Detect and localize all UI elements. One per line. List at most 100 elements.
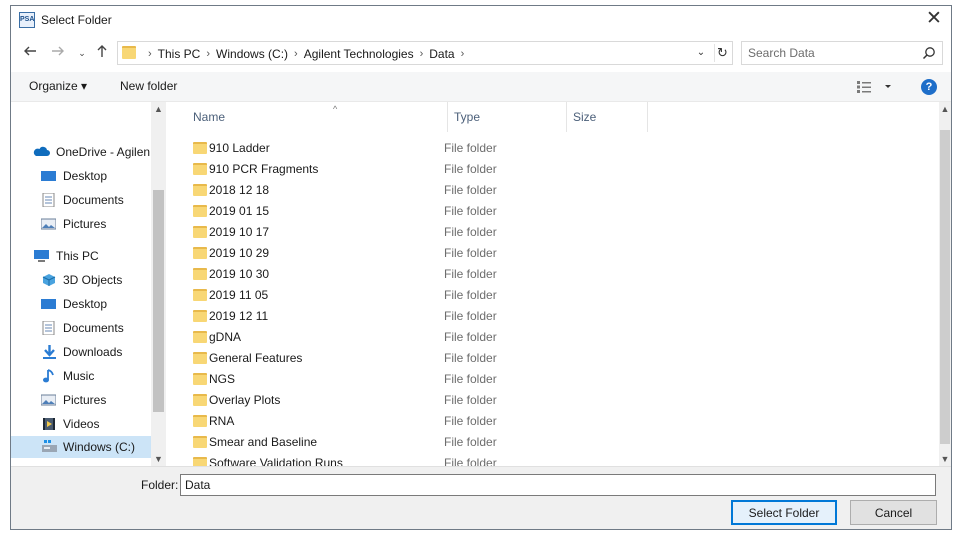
file-row[interactable]: Smear and Baseline File folder <box>167 432 927 453</box>
recent-locations-button[interactable]: ⌄ <box>73 43 91 63</box>
forward-arrow-icon <box>52 46 64 56</box>
nav-item-onedrive[interactable]: OneDrive - Agilen <box>11 141 151 163</box>
file-row[interactable]: Software Validation Runs File folder <box>167 453 927 466</box>
refresh-icon: ↻ <box>717 45 728 60</box>
column-divider[interactable] <box>647 102 648 132</box>
file-list: Name ^ Type Size 910 Ladder File folder 91… <box>167 102 951 466</box>
file-type: File folder <box>444 372 497 386</box>
up-button[interactable] <box>93 43 111 63</box>
file-row[interactable]: Overlay Plots File folder <box>167 390 927 411</box>
nav-item-documents[interactable]: Documents <box>11 189 151 211</box>
help-button[interactable]: ? <box>921 79 937 95</box>
nav-item-label: Pictures <box>63 393 107 407</box>
address-dropdown-button[interactable]: ⌄ <box>694 45 708 61</box>
breadcrumb-windows-c[interactable]: Windows (C:) <box>216 47 288 61</box>
change-view-button[interactable] <box>857 80 895 94</box>
breadcrumb-separator[interactable]: › <box>420 48 424 60</box>
file-list-scrollbar[interactable]: ▲ ▼ <box>939 102 951 466</box>
file-row[interactable]: gDNA File folder <box>167 327 927 348</box>
scroll-down-icon[interactable]: ▼ <box>939 452 951 466</box>
file-name: 910 PCR Fragments <box>209 162 319 176</box>
nav-item-this-pc[interactable]: This PC <box>11 245 151 267</box>
file-row[interactable]: 2019 01 15 File folder <box>167 201 927 222</box>
breadcrumb-separator[interactable]: › <box>148 48 152 60</box>
back-button[interactable] <box>21 43 39 63</box>
file-name: gDNA <box>209 330 242 344</box>
file-type: File folder <box>444 309 497 323</box>
chevron-down-icon: ⌄ <box>78 48 86 58</box>
navigation-scrollbar[interactable]: ▲ ▼ <box>151 102 166 466</box>
nav-item-videos[interactable]: Videos <box>11 413 151 435</box>
file-row[interactable]: 2019 11 05 File folder <box>167 285 927 306</box>
breadcrumb-data[interactable]: Data <box>429 47 454 61</box>
folder-name-input[interactable] <box>180 474 936 496</box>
folder-icon <box>193 289 207 301</box>
column-header-type[interactable]: Type <box>448 102 566 132</box>
scrollbar-thumb[interactable] <box>153 190 164 412</box>
file-row[interactable]: 2018 12 18 File folder <box>167 180 927 201</box>
file-row[interactable]: 2019 10 29 File folder <box>167 243 927 264</box>
cancel-button[interactable]: Cancel <box>850 500 937 525</box>
scroll-up-icon[interactable]: ▲ <box>939 102 951 116</box>
nav-item-label: Windows (C:) <box>63 440 136 454</box>
search-box[interactable] <box>741 41 943 65</box>
folder-icon <box>193 331 207 343</box>
command-bar: Organize ▾ New folder ? <box>11 72 951 102</box>
breadcrumb-this-pc[interactable]: This PC <box>158 47 201 61</box>
organize-button[interactable]: Organize ▾ <box>29 79 87 93</box>
file-row[interactable]: NGS File folder <box>167 369 927 390</box>
scroll-down-icon[interactable]: ▼ <box>151 452 166 466</box>
address-bar[interactable]: › This PC › Windows (C:) › Agilent Techn… <box>117 41 733 65</box>
nav-item-windows-c[interactable]: Windows (C:) <box>11 436 151 458</box>
nav-item-label: Documents <box>63 321 124 335</box>
nav-item-3d-objects[interactable]: 3D Objects <box>11 269 151 291</box>
column-header-name[interactable]: Name ^ <box>187 102 447 132</box>
column-header-size[interactable]: Size <box>567 102 647 132</box>
file-row[interactable]: 2019 12 11 File folder <box>167 306 927 327</box>
folder-icon <box>193 184 207 196</box>
column-header-label: Name <box>193 110 226 124</box>
nav-item-pictures-pc[interactable]: Pictures <box>11 389 151 411</box>
nav-item-pictures[interactable]: Pictures <box>11 213 151 235</box>
nav-item-desktop[interactable]: Desktop <box>11 165 151 187</box>
file-name: Software Validation Runs <box>209 456 343 466</box>
file-type: File folder <box>444 393 497 407</box>
file-row[interactable]: General Features File folder <box>167 348 927 369</box>
file-row[interactable]: RNA File folder <box>167 411 927 432</box>
forward-button[interactable] <box>49 43 67 63</box>
file-row[interactable]: 2019 10 17 File folder <box>167 222 927 243</box>
folder-icon <box>193 205 207 217</box>
file-type: File folder <box>444 351 497 365</box>
breadcrumb-separator[interactable]: › <box>294 48 298 60</box>
close-button[interactable]: ✕ <box>923 8 945 30</box>
nav-item-downloads[interactable]: Downloads <box>11 341 151 363</box>
folder-icon <box>193 163 207 175</box>
new-folder-button[interactable]: New folder <box>120 79 177 93</box>
footer-panel: Folder: Select Folder Cancel <box>11 466 951 529</box>
search-icon <box>922 47 935 60</box>
nav-item-documents-pc[interactable]: Documents <box>11 317 151 339</box>
documents-icon <box>42 193 55 207</box>
nav-item-label: This PC <box>56 249 99 263</box>
file-row[interactable]: 2019 10 30 File folder <box>167 264 927 285</box>
up-arrow-icon <box>97 45 107 57</box>
scrollbar-thumb[interactable] <box>940 130 950 444</box>
nav-item-desktop-pc[interactable]: Desktop <box>11 293 151 315</box>
nav-item-label: Desktop <box>63 297 108 311</box>
refresh-button[interactable]: ↻ <box>714 44 730 62</box>
breadcrumb-separator[interactable]: › <box>461 48 465 60</box>
breadcrumb-separator[interactable]: › <box>206 48 210 60</box>
details-view-icon <box>857 81 891 93</box>
search-input[interactable] <box>748 45 916 61</box>
scroll-up-icon[interactable]: ▲ <box>151 102 166 116</box>
breadcrumb-agilent-technologies[interactable]: Agilent Technologies <box>304 47 414 61</box>
folder-icon <box>193 394 207 406</box>
nav-item-label: 3D Objects <box>63 273 123 287</box>
music-icon <box>43 369 54 383</box>
breadcrumb: › This PC › Windows (C:) › Agilent Techn… <box>142 47 470 61</box>
file-row[interactable]: 910 PCR Fragments File folder <box>167 159 927 180</box>
nav-item-music[interactable]: Music <box>11 365 151 387</box>
file-row[interactable]: 910 Ladder File folder <box>167 138 927 159</box>
select-folder-button[interactable]: Select Folder <box>731 500 837 525</box>
file-type: File folder <box>444 246 497 260</box>
